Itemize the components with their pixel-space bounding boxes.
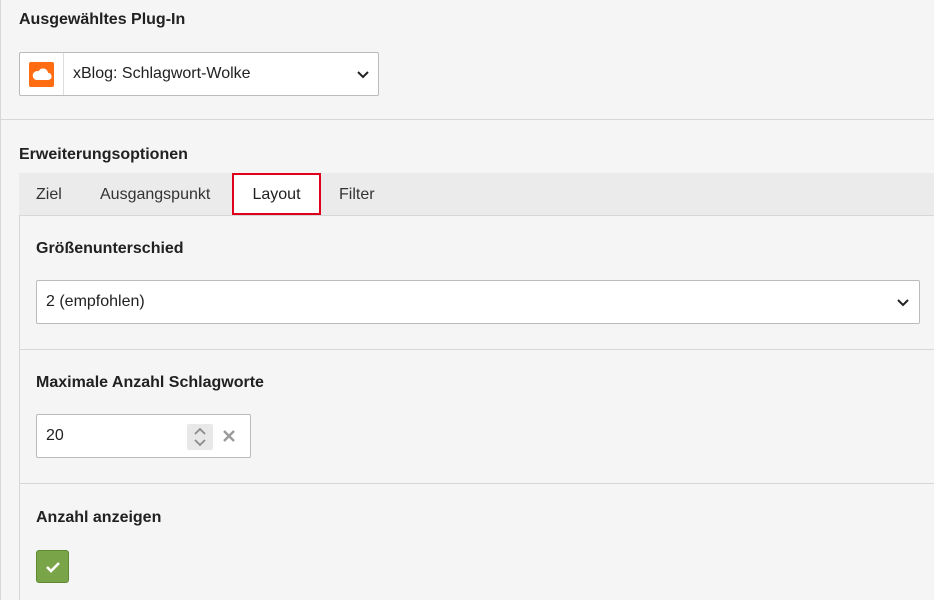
tab-filter[interactable]: Filter [339,173,375,216]
chevron-down-icon [897,299,909,307]
tab-ziel[interactable]: Ziel [36,173,62,216]
tab-label: Ausgangspunkt [100,186,211,203]
max-tags-value: 20 [46,427,64,444]
field-divider [19,349,934,350]
section-divider [1,119,934,120]
cloud-icon [29,62,54,87]
show-count-checkbox[interactable] [36,550,69,583]
max-tags-input[interactable]: 20 [36,414,251,458]
size-difference-value: 2 (empfohlen) [46,293,145,310]
tab-ausgangspunkt[interactable]: Ausgangspunkt [100,173,210,216]
plugin-section-title: Ausgewähltes Plug-In [19,11,186,28]
checkmark-icon [46,562,60,573]
tab-label: Filter [339,186,375,203]
field-divider [19,483,934,484]
tab-label: Layout [252,186,301,203]
show-count-label: Anzahl anzeigen [36,509,162,526]
close-icon [223,430,235,442]
tab-layout[interactable]: Layout [232,173,321,215]
tab-panel-layout [19,216,934,600]
tab-label: Ziel [36,186,62,203]
content-frame: Ausgewähltes Plug-In xBlog: Schlagwort-W… [0,0,934,600]
size-difference-label: Größenunterschied [36,240,184,257]
plugin-icon-cell [20,53,64,95]
extension-section-title: Erweiterungsoptionen [19,146,188,163]
number-stepper[interactable] [187,424,213,450]
plugin-select-value: xBlog: Schlagwort-Wolke [73,65,251,82]
max-tags-label: Maximale Anzahl Schlagworte [36,374,264,391]
chevron-down-icon [357,71,369,79]
size-difference-select[interactable]: 2 (empfohlen) [36,280,920,324]
tab-bar: Ziel Ausgangspunkt Layout Filter [19,173,934,216]
plugin-select[interactable]: xBlog: Schlagwort-Wolke [19,52,379,96]
stepper-arrows-icon [194,427,206,447]
clear-button[interactable] [220,427,238,445]
